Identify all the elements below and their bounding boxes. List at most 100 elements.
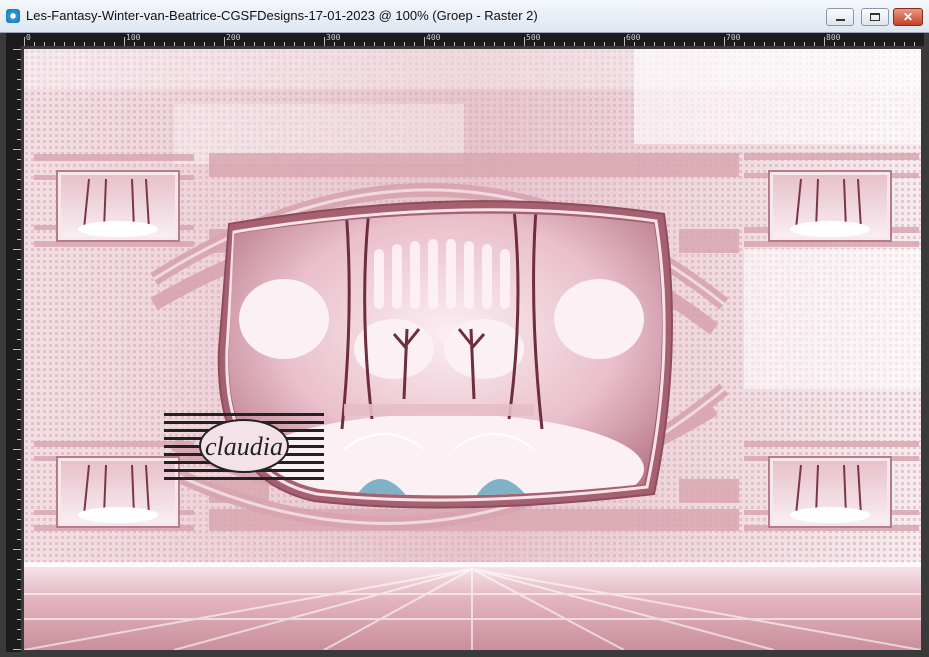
ruler-tick	[17, 379, 21, 380]
ruler-label: 0	[26, 33, 31, 42]
minimize-button[interactable]	[826, 8, 854, 26]
ruler-tick	[17, 389, 21, 390]
ruler-tick	[594, 42, 595, 46]
ruler-tick	[17, 589, 21, 590]
ruler-tick	[17, 289, 21, 290]
ruler-tick	[794, 42, 795, 46]
ruler-tick	[17, 639, 21, 640]
ruler-tick	[84, 42, 85, 46]
ruler-tick	[17, 89, 21, 90]
ruler-label: 700	[726, 33, 741, 42]
ruler-tick	[17, 109, 21, 110]
ruler-tick	[17, 339, 21, 340]
ruler-tick	[804, 42, 805, 46]
ruler-tick	[17, 429, 21, 430]
image-canvas[interactable]: claudia	[24, 49, 921, 650]
ruler-tick	[17, 499, 21, 500]
ruler-tick	[17, 259, 21, 260]
ruler-tick	[474, 42, 475, 46]
ruler-tick	[154, 42, 155, 46]
vertical-ruler[interactable]	[6, 46, 21, 652]
ruler-tick	[684, 42, 685, 46]
maximize-button[interactable]	[861, 8, 889, 26]
ruler-tick	[834, 42, 835, 46]
ruler-tick	[184, 42, 185, 46]
ruler-tick	[824, 37, 825, 46]
ruler-tick	[17, 269, 21, 270]
ruler-tick	[404, 42, 405, 46]
ruler-tick	[13, 49, 21, 50]
app-icon	[6, 9, 20, 23]
ruler-tick	[17, 59, 21, 60]
ruler-tick	[17, 319, 21, 320]
watermark: claudia	[164, 413, 324, 480]
ruler-tick	[364, 42, 365, 46]
ruler-tick	[274, 42, 275, 46]
ruler-tick	[214, 42, 215, 46]
ruler-tick	[604, 42, 605, 46]
ruler-tick	[64, 42, 65, 46]
minimize-icon	[836, 19, 845, 21]
ruler-tick	[484, 42, 485, 46]
ruler-tick	[504, 42, 505, 46]
ruler-tick	[654, 42, 655, 46]
ruler-tick	[104, 42, 105, 46]
ruler-tick	[294, 42, 295, 46]
ruler-tick	[17, 509, 21, 510]
ruler-tick	[17, 459, 21, 460]
ruler-tick	[624, 37, 625, 46]
svg-text:claudia: claudia	[205, 432, 283, 461]
ruler-tick	[17, 619, 21, 620]
ruler-tick	[764, 42, 765, 46]
ruler-tick	[17, 279, 21, 280]
ruler-tick	[634, 42, 635, 46]
ruler-tick	[754, 42, 755, 46]
ruler-tick	[17, 369, 21, 370]
ruler-tick	[13, 349, 21, 350]
ruler-tick	[164, 42, 165, 46]
ruler-tick	[17, 139, 21, 140]
title-bar[interactable]: Les-Fantasy-Winter-van-Beatrice-CGSFDesi…	[0, 0, 929, 33]
ruler-tick	[17, 199, 21, 200]
ruler-tick	[394, 42, 395, 46]
ruler-tick	[24, 37, 25, 46]
ruler-tick	[414, 42, 415, 46]
ruler-tick	[574, 42, 575, 46]
ruler-tick	[17, 69, 21, 70]
ruler-tick	[904, 42, 905, 46]
ruler-tick	[874, 42, 875, 46]
ruler-tick	[17, 439, 21, 440]
ruler-tick	[17, 629, 21, 630]
ruler-tick	[544, 42, 545, 46]
ruler-tick	[17, 119, 21, 120]
ruler-tick	[494, 42, 495, 46]
horizontal-ruler[interactable]: 0 100 200 300 400 500 600 700 800	[21, 33, 924, 46]
ruler-tick	[17, 609, 21, 610]
ruler-tick	[174, 42, 175, 46]
ruler-tick	[17, 189, 21, 190]
thumbnail-bottom-left	[56, 456, 180, 528]
ruler-tick	[13, 149, 21, 150]
ruler-tick	[844, 42, 845, 46]
close-icon: ✕	[902, 10, 914, 24]
ruler-tick	[124, 37, 125, 46]
ruler-tick	[34, 42, 35, 46]
ruler-tick	[13, 649, 21, 650]
ruler-tick	[17, 99, 21, 100]
maximize-icon	[870, 13, 880, 21]
ruler-tick	[464, 42, 465, 46]
ruler-tick	[734, 42, 735, 46]
ruler-tick	[17, 309, 21, 310]
ruler-tick	[584, 42, 585, 46]
ruler-tick	[17, 469, 21, 470]
ruler-tick	[13, 549, 21, 550]
ruler-tick	[664, 42, 665, 46]
ruler-tick	[384, 42, 385, 46]
ruler-tick	[17, 569, 21, 570]
ruler-tick	[884, 42, 885, 46]
ruler-tick	[17, 409, 21, 410]
ruler-tick	[254, 42, 255, 46]
ruler-tick	[114, 42, 115, 46]
ruler-tick	[17, 329, 21, 330]
close-button[interactable]: ✕	[893, 8, 923, 26]
